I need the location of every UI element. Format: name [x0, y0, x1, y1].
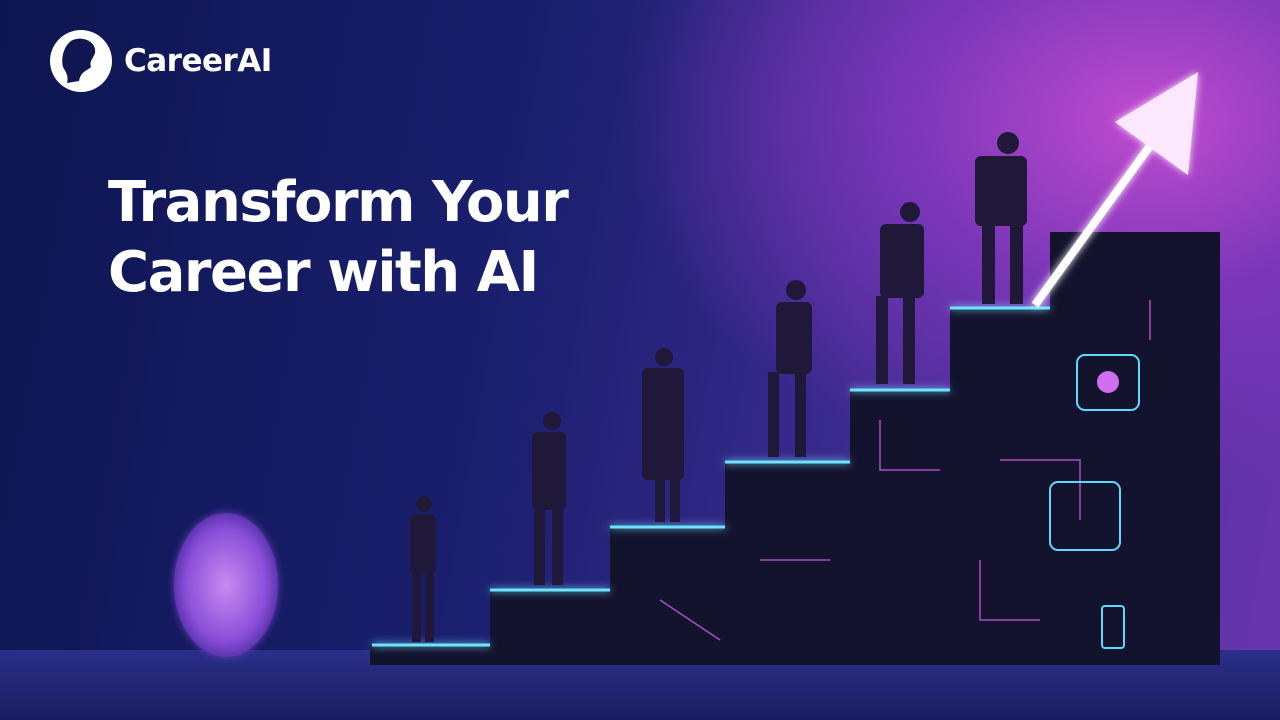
brand-name: CareerAI [124, 43, 272, 79]
brain-icon [174, 513, 278, 657]
head-silhouette-icon [50, 30, 112, 92]
person-figure [768, 280, 812, 457]
headline-line-2: Career with AI [108, 240, 539, 305]
career-staircase-illustration [174, 72, 1220, 665]
person-figure [975, 132, 1027, 304]
headline-line-1: Transform Your [108, 170, 569, 235]
person-figure [410, 496, 436, 642]
person-figure [532, 412, 566, 585]
person-figure [876, 202, 924, 384]
hero-headline: Transform Your Career with AI [108, 168, 569, 308]
person-figure [642, 348, 684, 522]
brand-logo[interactable]: CareerAI [50, 30, 272, 92]
